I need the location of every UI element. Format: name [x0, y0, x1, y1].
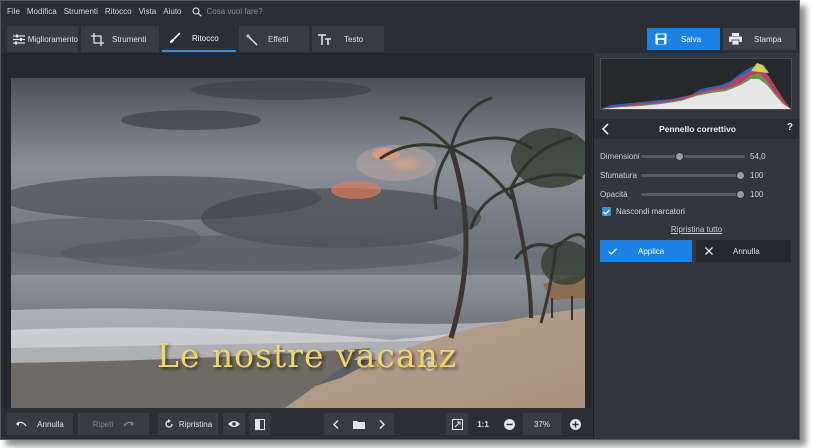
save-label: Salva — [681, 34, 702, 44]
redo-button[interactable]: Ripeti — [78, 413, 149, 435]
tab-strumenti[interactable]: Strumenti — [81, 26, 159, 52]
undo-icon — [16, 420, 27, 429]
menu-aiuto[interactable]: Aiuto — [163, 7, 181, 16]
prev-image-button[interactable] — [324, 413, 348, 435]
actual-size-button[interactable]: 1:1 — [472, 413, 494, 435]
magic-wand-icon — [244, 32, 258, 46]
redo-label: Ripeti — [92, 419, 114, 429]
menu-bar: File Modifica Strumenti Ritocco Vista Ai… — [1, 1, 799, 22]
panel-header: Pennello correttivo ? — [594, 119, 799, 139]
sliders-icon — [13, 32, 26, 46]
text-icon — [318, 32, 332, 46]
restore-button[interactable]: Ripristina — [158, 413, 218, 435]
tab-label: Effetti — [268, 34, 289, 44]
preview-eye-button[interactable] — [223, 413, 245, 435]
open-folder-button[interactable] — [348, 413, 370, 435]
right-panel: Pennello correttivo ? Dimensioni 54,0 Sf… — [593, 53, 799, 439]
slider-sfumatura[interactable]: Sfumatura 100 — [600, 169, 796, 181]
undo-button[interactable]: Annulla — [7, 413, 73, 435]
slider-value: 100 — [750, 170, 764, 180]
crop-icon — [90, 32, 104, 46]
tab-label: Testo — [344, 34, 364, 44]
help-icon[interactable]: ? — [787, 122, 793, 133]
slider-value: 100 — [750, 189, 764, 199]
compare-button[interactable] — [249, 413, 271, 435]
folder-icon — [353, 420, 365, 429]
tab-label: Ritocco — [192, 33, 219, 43]
menu-modifica[interactable]: Modifica — [27, 7, 57, 16]
slider-track[interactable] — [641, 190, 745, 199]
printer-icon — [729, 33, 742, 45]
restore-label: Ripristina — [178, 419, 213, 429]
slider-value: 54,0 — [750, 151, 766, 161]
checkbox-checked-icon[interactable] — [602, 207, 611, 216]
fit-screen-icon — [451, 418, 463, 430]
photo-caption-text: Le nostre vacanz — [157, 336, 458, 375]
canvas-area: Le nostre vacanz — [1, 53, 592, 433]
cancel-button[interactable]: Annulla — [696, 240, 791, 262]
save-button[interactable]: Salva — [647, 28, 720, 50]
zoom-out-icon — [503, 418, 515, 430]
menu-vista[interactable]: Vista — [139, 7, 157, 16]
slider-handle[interactable] — [675, 152, 685, 161]
redo-icon — [123, 420, 135, 429]
tab-miglioramento[interactable]: Miglioramento — [7, 26, 78, 52]
search-icon — [192, 6, 203, 17]
bottom-bar: Annulla Ripeti Ripristina 1:1 37% — [1, 408, 592, 439]
chevron-left-icon — [333, 419, 339, 429]
slider-dimensioni[interactable]: Dimensioni 54,0 — [600, 150, 796, 162]
panel-title: Pennello correttivo — [659, 124, 736, 134]
search-box[interactable] — [192, 6, 297, 17]
checkmark-icon — [608, 247, 617, 255]
apply-label: Applica — [638, 246, 665, 256]
chevron-right-icon — [379, 419, 385, 429]
undo-label: Annulla — [37, 419, 64, 429]
tab-effetti[interactable]: Effetti — [239, 26, 309, 52]
slider-label: Dimensioni — [600, 151, 640, 161]
brush-icon — [168, 31, 182, 45]
slider-handle[interactable] — [736, 190, 745, 199]
zoom-in-icon — [569, 418, 581, 430]
actual-size-label: 1:1 — [477, 419, 489, 429]
zoom-out-button[interactable] — [499, 413, 519, 435]
slider-track[interactable] — [641, 152, 745, 161]
slider-handle[interactable] — [736, 171, 745, 180]
close-icon — [705, 247, 713, 255]
slider-label: Opacità — [600, 189, 628, 199]
back-arrow-icon[interactable] — [600, 123, 612, 135]
histogram-graph — [601, 63, 791, 109]
eye-icon — [228, 420, 240, 428]
next-image-button[interactable] — [370, 413, 394, 435]
menu-strumenti[interactable]: Strumenti — [64, 7, 98, 16]
print-label: Stampa — [754, 34, 782, 44]
apply-button[interactable]: Applica — [600, 240, 692, 262]
tab-testo[interactable]: Testo — [312, 26, 384, 52]
slider-track[interactable] — [641, 171, 745, 180]
menu-file[interactable]: File — [7, 7, 20, 16]
beach-photo — [11, 78, 585, 433]
zoom-level[interactable]: 37% — [523, 413, 561, 435]
tab-ritocco[interactable]: Ritocco — [162, 26, 236, 52]
zoom-in-button[interactable] — [565, 413, 585, 435]
compare-split-icon — [255, 418, 265, 430]
print-button[interactable]: Stampa — [723, 28, 796, 50]
photo-canvas[interactable]: Le nostre vacanz — [11, 78, 585, 433]
slider-opacita[interactable]: Opacità 100 — [600, 188, 796, 200]
hide-markers-label: Nascondi marcatori — [616, 207, 685, 216]
hide-markers-checkbox[interactable]: Nascondi marcatori — [602, 207, 685, 216]
floppy-disk-icon — [655, 33, 667, 45]
reset-all-link[interactable]: Ripristina tutto — [594, 225, 799, 234]
histogram — [600, 58, 792, 110]
search-input[interactable] — [206, 7, 297, 16]
slider-label: Sfumatura — [600, 170, 637, 180]
tab-label: Strumenti — [112, 34, 147, 44]
fit-screen-button[interactable] — [446, 413, 468, 435]
menu-ritocco[interactable]: Ritocco — [105, 7, 132, 16]
restore-icon — [164, 419, 174, 429]
tab-label: Miglioramento — [27, 34, 78, 44]
zoom-value: 37% — [533, 419, 550, 429]
cancel-label: Annulla — [733, 246, 760, 256]
toolbar: Miglioramento Strumenti Ritocco Effetti … — [1, 26, 799, 52]
app-window: File Modifica Strumenti Ritocco Vista Ai… — [0, 0, 800, 440]
